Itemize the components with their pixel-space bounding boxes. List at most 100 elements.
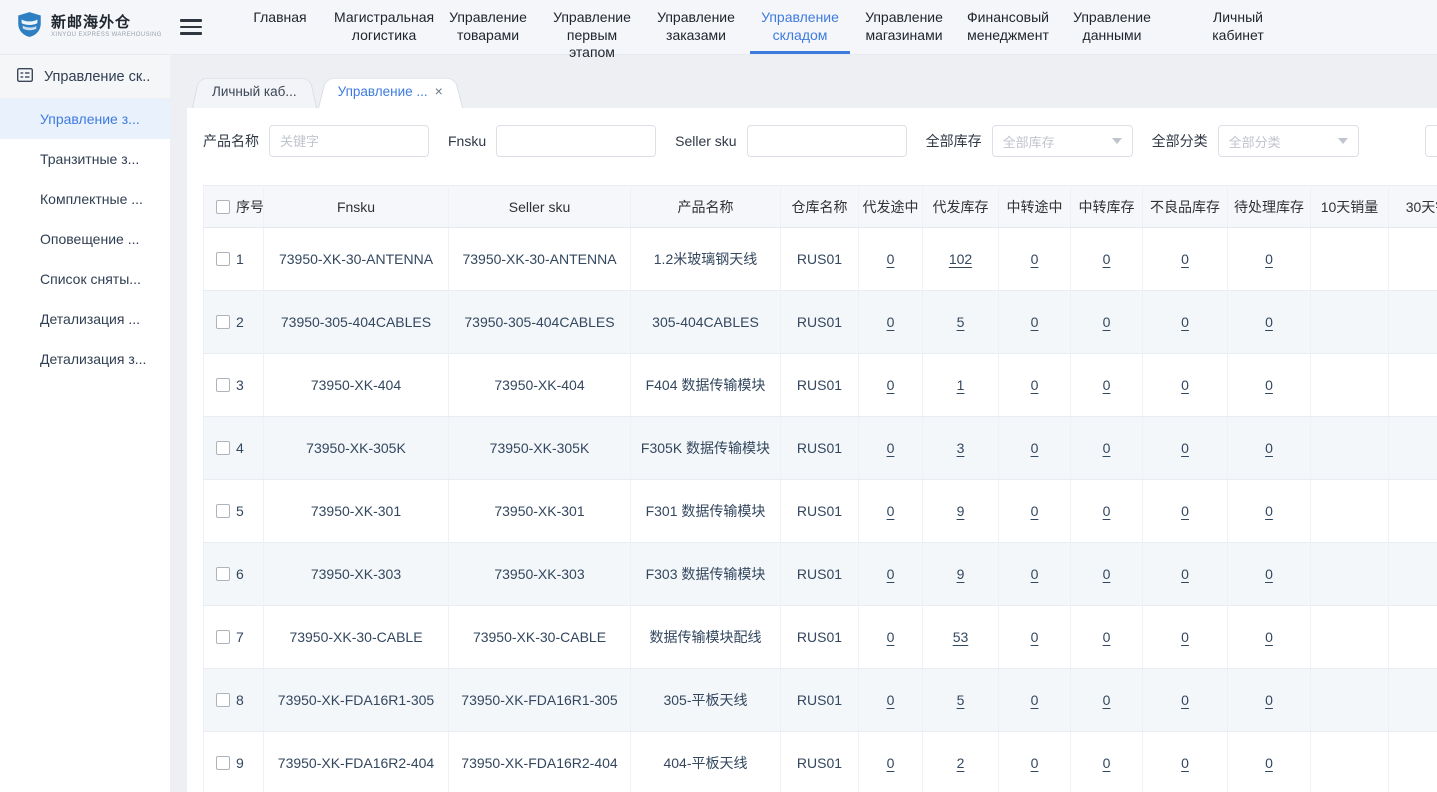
stock-link[interactable]: 0	[1181, 692, 1189, 708]
stock-link[interactable]: 0	[1265, 314, 1273, 330]
select-all-checkbox[interactable]	[216, 200, 230, 214]
stock-link[interactable]: 0	[1181, 755, 1189, 771]
stock-link[interactable]: 0	[1181, 440, 1189, 456]
sidebar-item[interactable]: Оповещение ...	[0, 219, 170, 259]
row-checkbox[interactable]	[216, 567, 230, 581]
stock-link[interactable]: 0	[1181, 314, 1189, 330]
close-icon[interactable]: ×	[435, 84, 443, 98]
hamburger-menu-icon[interactable]	[180, 15, 202, 39]
cell-sales_30d	[1389, 732, 1437, 792]
stock-link[interactable]: 0	[1265, 503, 1273, 519]
stock-link[interactable]: 0	[1103, 503, 1111, 519]
stock-link[interactable]: 0	[887, 251, 895, 267]
nav-item[interactable]: Финансовый менеджмент	[958, 0, 1058, 54]
row-checkbox[interactable]	[216, 315, 230, 329]
stock-link[interactable]: 0	[887, 755, 895, 771]
stock-link[interactable]: 53	[953, 629, 969, 645]
stock-link[interactable]: 0	[1265, 629, 1273, 645]
nav-item[interactable]: Управление данными	[1062, 0, 1162, 54]
cell-warehouse: RUS01	[781, 606, 859, 669]
sidebar-item[interactable]: Транзитные з...	[0, 139, 170, 179]
stock-link[interactable]: 0	[1103, 251, 1111, 267]
nav-item[interactable]: Управление магазинами	[854, 0, 954, 54]
sidebar-item[interactable]: Комплектные ...	[0, 179, 170, 219]
nav-item[interactable]: Управление товарами	[438, 0, 538, 54]
stock-link[interactable]: 0	[1031, 503, 1039, 519]
stock-link[interactable]: 5	[957, 314, 965, 330]
stock-link[interactable]: 0	[1031, 755, 1039, 771]
stock-link[interactable]: 0	[887, 566, 895, 582]
stock-link[interactable]: 0	[1103, 314, 1111, 330]
stock-link[interactable]: 102	[949, 251, 972, 267]
row-checkbox[interactable]	[216, 252, 230, 266]
filter-input-partial[interactable]	[1425, 125, 1437, 157]
cell-product_name: 305-平板天线	[631, 669, 781, 732]
stock-link[interactable]: 0	[1181, 377, 1189, 393]
nav-item[interactable]: Управление складом	[750, 0, 850, 54]
cell-seller_sku: 73950-305-404CABLES	[449, 291, 631, 354]
fnsku-input[interactable]	[496, 125, 656, 157]
stock-link[interactable]: 1	[957, 377, 965, 393]
stock-link[interactable]: 0	[887, 503, 895, 519]
seller-sku-input[interactable]	[747, 125, 907, 157]
stock-link[interactable]: 0	[1031, 251, 1039, 267]
row-checkbox[interactable]	[216, 693, 230, 707]
stock-link[interactable]: 0	[1181, 566, 1189, 582]
row-checkbox[interactable]	[216, 756, 230, 770]
category-filter-select[interactable]: 全部分类	[1218, 125, 1359, 157]
stock-link[interactable]: 0	[887, 314, 895, 330]
cell-sales_30d	[1389, 480, 1437, 543]
stock-link[interactable]: 0	[1031, 314, 1039, 330]
stock-link[interactable]: 0	[1031, 566, 1039, 582]
stock-link[interactable]: 0	[1031, 377, 1039, 393]
stock-link[interactable]: 0	[887, 629, 895, 645]
stock-link[interactable]: 0	[1265, 566, 1273, 582]
stock-link[interactable]: 0	[1181, 629, 1189, 645]
stock-link[interactable]: 0	[1103, 566, 1111, 582]
cell-transfer_stock: 0	[1071, 228, 1143, 291]
stock-link[interactable]: 0	[1181, 251, 1189, 267]
stock-link[interactable]: 0	[1103, 629, 1111, 645]
sidebar-item[interactable]: Детализация з...	[0, 339, 170, 379]
stock-link[interactable]: 9	[957, 566, 965, 582]
sidebar-item[interactable]: Управление з...	[0, 99, 170, 139]
row-checkbox[interactable]	[216, 504, 230, 518]
tab-active[interactable]: Управление ...×	[318, 74, 463, 108]
sidebar-item[interactable]: Список сняты...	[0, 259, 170, 299]
row-checkbox[interactable]	[216, 630, 230, 644]
product-name-input[interactable]	[269, 125, 429, 157]
sidebar-item[interactable]: Детализация ...	[0, 299, 170, 339]
nav-item[interactable]: Главная	[230, 0, 330, 54]
row-checkbox[interactable]	[216, 378, 230, 392]
stock-link[interactable]: 0	[1031, 440, 1039, 456]
stock-link[interactable]: 0	[887, 440, 895, 456]
stock-link[interactable]: 0	[1103, 755, 1111, 771]
stock-link[interactable]: 0	[1103, 377, 1111, 393]
row-checkbox[interactable]	[216, 441, 230, 455]
stock-link[interactable]: 2	[957, 755, 965, 771]
stock-link[interactable]: 0	[1031, 629, 1039, 645]
stock-link[interactable]: 0	[887, 377, 895, 393]
stock-link[interactable]: 0	[1265, 251, 1273, 267]
stock-link[interactable]: 0	[1265, 377, 1273, 393]
nav-item[interactable]: Управление первым этапом	[542, 0, 642, 54]
stock-filter-select[interactable]: 全部库存	[992, 125, 1133, 157]
stock-link[interactable]: 9	[957, 503, 965, 519]
column-header: 待处理库存	[1228, 186, 1311, 228]
nav-item[interactable]: Личный кабинет	[1188, 0, 1288, 54]
stock-link[interactable]: 0	[1103, 692, 1111, 708]
sidebar-header[interactable]: Управление ск..	[0, 55, 170, 99]
stock-link[interactable]: 0	[887, 692, 895, 708]
select-value: 全部库存	[1003, 132, 1055, 151]
stock-link[interactable]: 0	[1181, 503, 1189, 519]
stock-link[interactable]: 0	[1031, 692, 1039, 708]
stock-link[interactable]: 0	[1265, 692, 1273, 708]
stock-link[interactable]: 3	[957, 440, 965, 456]
stock-link[interactable]: 0	[1265, 755, 1273, 771]
stock-link[interactable]: 5	[957, 692, 965, 708]
stock-link[interactable]: 0	[1265, 440, 1273, 456]
nav-item[interactable]: Магистральная логистика	[334, 0, 434, 54]
tab[interactable]: Личный каб...	[192, 74, 317, 108]
nav-item[interactable]: Управление заказами	[646, 0, 746, 54]
stock-link[interactable]: 0	[1103, 440, 1111, 456]
